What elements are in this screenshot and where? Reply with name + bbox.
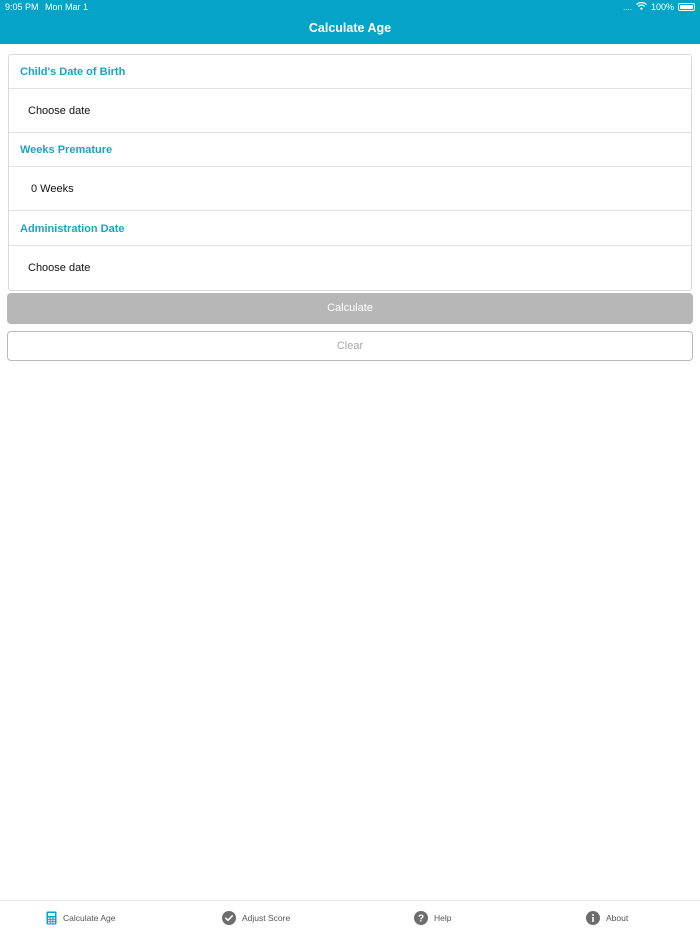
tab-bar: Calculate Age Adjust Score ? Help About	[0, 900, 700, 934]
tab-calculate-age[interactable]: Calculate Age	[46, 910, 115, 926]
battery-percent: 100%	[650, 2, 674, 12]
tab-label: Calculate Age	[63, 913, 116, 923]
tab-label: Adjust Score	[242, 913, 291, 923]
status-date: Mon Mar 1	[45, 2, 89, 12]
tab-adjust-score[interactable]: Adjust Score	[222, 910, 290, 926]
weeks-premature-picker[interactable]: 0 Weeks	[9, 167, 691, 211]
tab-label: About	[606, 913, 629, 923]
navigation-header: 9:05 PM Mon Mar 1 .... 100% Calculate Ag…	[0, 0, 700, 44]
tab-label: Help	[434, 913, 452, 923]
calculate-button[interactable]: Calculate	[7, 293, 693, 324]
weeks-premature-section-header: Weeks Premature	[9, 133, 691, 167]
info-circle-icon	[586, 911, 600, 925]
question-circle-icon: ?	[414, 911, 428, 925]
tab-help[interactable]: ? Help	[414, 910, 451, 926]
admin-date-value: Choose date	[28, 262, 91, 274]
checkmark-circle-icon	[222, 911, 236, 925]
status-time: 9:05 PM	[5, 2, 39, 12]
weeks-premature-value: 0 Weeks	[31, 183, 74, 195]
admin-date-section-header: Administration Date	[9, 212, 691, 246]
clear-button[interactable]: Clear	[7, 331, 693, 361]
dob-date-picker[interactable]: Choose date	[9, 89, 691, 133]
tab-about[interactable]: About	[586, 910, 628, 926]
dob-section-header: Child's Date of Birth	[9, 55, 691, 89]
status-bar: 9:05 PM Mon Mar 1 .... 100%	[0, 0, 700, 14]
cellular-signal-icon: ....	[623, 2, 632, 12]
calculator-icon	[46, 911, 57, 925]
svg-text:?: ?	[418, 914, 424, 925]
dob-value: Choose date	[28, 105, 91, 117]
age-form-card: Child's Date of Birth Choose date Weeks …	[8, 54, 692, 291]
page-title: Calculate Age	[308, 21, 392, 35]
status-indicators: .... 100%	[623, 1, 695, 12]
wifi-icon	[636, 1, 647, 12]
admin-date-picker[interactable]: Choose date	[9, 246, 691, 290]
battery-icon	[678, 3, 695, 11]
